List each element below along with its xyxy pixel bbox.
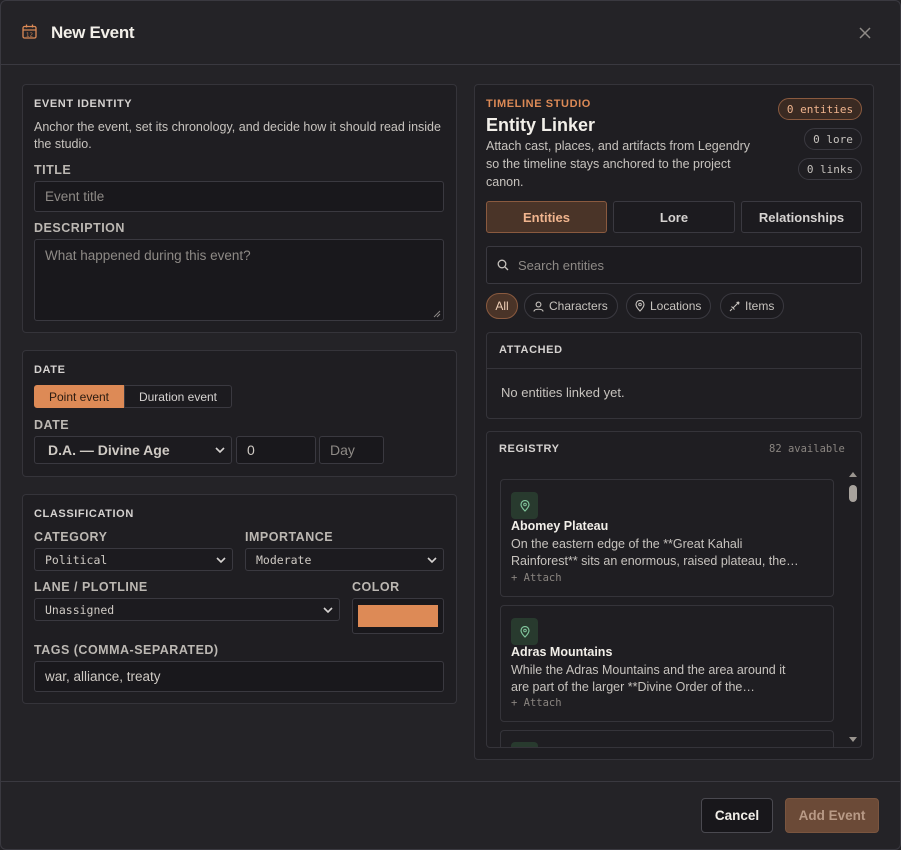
tags-value: war, alliance, treaty [45,669,161,684]
calendar-icon: 12 [22,24,37,39]
importance-select[interactable]: Moderate [245,548,444,571]
attached-empty-text: No entities linked yet. [501,385,625,400]
importance-value: Moderate [256,552,312,567]
registry-item-desc-line1: On the eastern edge of the **Great Kahal… [511,537,743,551]
color-picker[interactable] [352,598,444,634]
day-placeholder: Day [330,442,355,458]
category-select[interactable]: Political [34,548,233,571]
attach-button[interactable]: + Attach [511,697,562,709]
importance-label: IMPORTANCE [245,530,334,544]
linker-description: Attach cast, places, and artifacts from … [486,139,751,189]
registry-item-desc-line2: Rainforest** sits an enormous, raised pl… [511,554,799,568]
tab-entities[interactable]: Entities [486,201,607,233]
description-placeholder: What happened during this event? [45,248,251,263]
day-input[interactable]: Day [319,436,384,464]
map-pin-icon [635,300,645,312]
new-event-modal: 12 New Event EVENT IDENTITY Anchor the e… [0,0,901,850]
event-identity-heading: EVENT IDENTITY [34,98,133,110]
filter-characters[interactable]: Characters [524,293,618,319]
scrollbar-thumb[interactable] [849,485,857,502]
scroll-up-icon[interactable] [848,471,858,478]
close-icon[interactable] [857,25,873,41]
chevron-down-icon [216,556,226,563]
map-pin-icon [519,499,530,512]
category-label: CATEGORY [34,530,108,544]
filter-locations[interactable]: Locations [626,293,712,319]
chevron-down-icon [427,556,437,563]
linker-eyebrow: TIMELINE STUDIO [486,98,591,110]
modal-header: 12 New Event [1,1,900,65]
era-select[interactable]: D.A. — Divine Age [34,436,232,464]
chevron-down-icon [215,447,225,454]
registry-scrollbar[interactable] [847,471,859,746]
cancel-button[interactable]: Cancel [701,798,773,833]
chevron-down-icon [323,606,333,613]
year-input[interactable]: 0 [236,436,316,464]
entities-count-badge: 0 entities [778,98,862,120]
event-identity-help: Anchor the event, set its chronology, an… [34,120,441,151]
attach-button[interactable]: + Attach [511,572,562,584]
search-placeholder: Search entities [518,257,604,273]
color-label: COLOR [352,580,400,594]
classification-heading: CLASSIFICATION [34,508,134,520]
event-title-input[interactable]: Event title [34,181,444,212]
description-textarea[interactable]: What happened during this event? [34,239,444,321]
registry-item[interactable]: Abomey Plateau On the eastern edge of th… [500,479,834,597]
registry-item-partial [500,730,834,747]
filter-all-label: All [495,299,509,313]
date-label: DATE [34,418,70,432]
user-icon [533,301,544,312]
registry-item-name: Adras Mountains [511,645,613,659]
color-swatch [358,605,438,627]
tab-relationships[interactable]: Relationships [741,201,862,233]
attached-heading: ATTACHED [499,344,563,356]
resize-handle-icon[interactable] [433,310,441,318]
event-title-placeholder: Event title [45,189,105,204]
category-value: Political [45,552,108,567]
svg-text:12: 12 [26,32,33,38]
filter-items[interactable]: Items [720,293,785,319]
location-badge [511,492,538,519]
map-pin-icon [519,625,530,638]
sword-icon [729,300,740,311]
filter-locations-label: Locations [650,299,702,313]
location-badge [511,742,538,747]
tags-input[interactable]: war, alliance, treaty [34,661,444,692]
tags-label: TAGS (COMMA-SEPARATED) [34,643,219,657]
registry-item-desc-line1: While the Adras Mountains and the area a… [511,663,786,677]
filter-all[interactable]: All [486,293,518,319]
scroll-down-icon[interactable] [848,736,858,743]
duration-event-toggle[interactable]: Duration event [124,385,232,408]
attached-header-divider [487,368,861,369]
add-event-button[interactable]: Add Event [785,798,879,833]
links-count-badge: 0 links [798,158,862,180]
filter-items-label: Items [745,299,775,313]
registry-heading: REGISTRY [499,443,560,455]
era-select-value: D.A. — Divine Age [48,442,170,458]
date-heading: DATE [34,364,66,376]
description-label: DESCRIPTION [34,221,125,235]
registry-item[interactable]: Adras Mountains While the Adras Mountain… [500,605,834,722]
modal-title: New Event [51,23,135,42]
tab-lore[interactable]: Lore [613,201,735,233]
filter-characters-label: Characters [549,299,608,313]
lane-label: LANE / PLOTLINE [34,580,148,594]
lane-value: Unassigned [45,602,115,617]
registry-count: 82 available [769,443,845,455]
title-label: TITLE [34,163,72,177]
registry-item-name: Abomey Plateau [511,519,609,533]
location-badge [511,618,538,645]
search-icon [497,259,509,271]
lane-select[interactable]: Unassigned [34,598,340,621]
entity-search-input[interactable]: Search entities [486,246,862,284]
registry-item-desc-line2: are part of the larger **Divine Order of… [511,680,755,694]
linker-title: Entity Linker [486,115,596,135]
point-event-toggle[interactable]: Point event [34,385,124,408]
year-value: 0 [247,442,255,458]
lore-count-badge: 0 lore [804,128,862,150]
